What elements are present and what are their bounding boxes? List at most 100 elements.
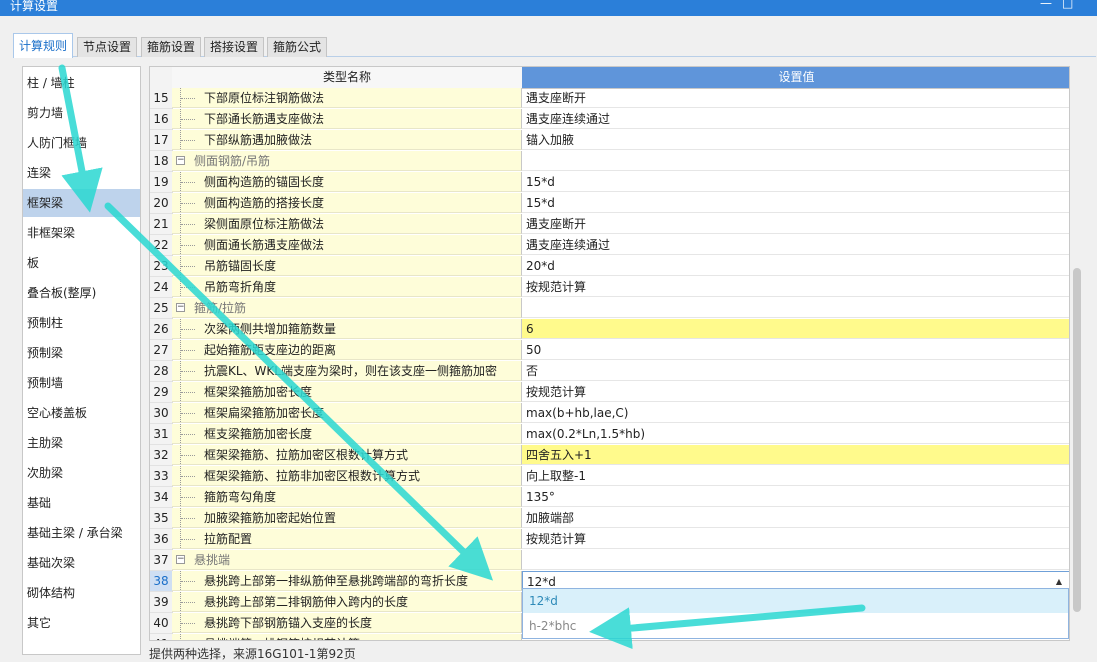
sidebar-item[interactable]: 连梁	[23, 159, 140, 187]
value-cell[interactable]: 15*d	[522, 172, 1069, 192]
table-row[interactable]: 29 框架梁箍筋加密长度 按规范计算	[150, 382, 1069, 403]
sidebar-item[interactable]: 其它	[23, 609, 140, 637]
sidebar-item[interactable]: 次肋梁	[23, 459, 140, 487]
table-row[interactable]: 37− 悬挑端	[150, 550, 1069, 571]
value-cell[interactable]: 15*d	[522, 193, 1069, 213]
table-row[interactable]: 20 侧面构造筋的搭接长度 15*d	[150, 193, 1069, 214]
table-row[interactable]: 26 次梁两侧共增加箍筋数量 6	[150, 319, 1069, 340]
table-row[interactable]: 35 加腋梁箍筋加密起始位置 加腋端部	[150, 508, 1069, 529]
row-label: 加腋梁箍筋加密起始位置	[204, 511, 337, 525]
minimize-icon[interactable]: —	[1040, 0, 1052, 10]
value-cell[interactable]: 遇支座连续通过	[522, 235, 1069, 255]
value-cell[interactable]: 加腋端部	[522, 508, 1069, 528]
column-header-value[interactable]: 设置值	[522, 67, 1069, 88]
sidebar-item[interactable]: 预制墙	[23, 369, 140, 397]
table-row[interactable]: 17 下部纵筋遇加腋做法 锚入加腋	[150, 130, 1069, 151]
collapse-icon[interactable]: −	[176, 156, 185, 165]
table-row[interactable]: 25− 箍筋/拉筋	[150, 298, 1069, 319]
sidebar-item[interactable]: 主肋梁	[23, 429, 140, 457]
table-row[interactable]: 27 起始箍筋距支座边的距离 50	[150, 340, 1069, 361]
value-cell[interactable]	[522, 298, 1069, 318]
window-title: 计算设置	[10, 0, 59, 13]
value-cell[interactable]: 按规范计算	[522, 382, 1069, 402]
dropdown-option-12d[interactable]: 12*d	[523, 589, 1068, 613]
value-cell[interactable]: max(0.2*Ln,1.5*hb)	[522, 424, 1069, 444]
sidebar-item[interactable]: 基础	[23, 489, 140, 517]
sidebar-item[interactable]: 非框架梁	[23, 219, 140, 247]
value-cell[interactable]: 遇支座断开	[522, 88, 1069, 108]
sidebar-item[interactable]: 叠合板(整厚)	[23, 279, 140, 307]
table-row[interactable]: 15 下部原位标注钢筋做法 遇支座断开	[150, 88, 1069, 109]
value-cell[interactable]: 向上取整-1	[522, 466, 1069, 486]
value-cell[interactable]: 按规范计算	[522, 529, 1069, 549]
row-number: 40	[150, 613, 173, 634]
sidebar-item[interactable]: 预制梁	[23, 339, 140, 367]
sidebar-item[interactable]: 板	[23, 249, 140, 277]
dropdown-option-h2bhc[interactable]: h-2*bhc	[523, 614, 1068, 638]
value-cell[interactable]: 135°	[522, 487, 1069, 507]
value-text: 遇支座连续通过	[526, 238, 611, 252]
table-row[interactable]: 18− 侧面钢筋/吊筋	[150, 151, 1069, 172]
table-row[interactable]: 30 框架扁梁箍筋加密长度 max(b+hb,lae,C)	[150, 403, 1069, 424]
value-cell[interactable]: max(b+hb,lae,C)	[522, 403, 1069, 423]
value-cell[interactable]: 四舍五入+1	[522, 445, 1069, 465]
collapse-icon[interactable]: −	[176, 303, 185, 312]
settings-grid: 类型名称 设置值 15 下部原位标注钢筋做法 遇支座断开 16 下部通长筋遇支座做法 遇支…	[149, 66, 1070, 641]
value-text: 四舍五入+1	[526, 448, 592, 462]
sidebar-item[interactable]: 空心楼盖板	[23, 399, 140, 427]
value-cell[interactable]	[522, 550, 1069, 570]
row-number: 22	[150, 235, 173, 256]
tree-branch	[181, 350, 195, 351]
table-row[interactable]: 32 框架梁箍筋、拉筋加密区根数计算方式 四舍五入+1	[150, 445, 1069, 466]
value-text: 6	[526, 322, 534, 336]
tab-node-settings[interactable]: 节点设置	[77, 37, 138, 57]
table-row[interactable]: 21 梁侧面原位标注筋做法 遇支座断开	[150, 214, 1069, 235]
scrollbar-thumb[interactable]	[1073, 268, 1081, 612]
row-label: 箍筋/拉筋	[194, 301, 247, 315]
value-cell[interactable]	[522, 151, 1069, 171]
sidebar-item[interactable]: 砌体结构	[23, 579, 140, 607]
name-cell: 框架梁箍筋、拉筋加密区根数计算方式	[172, 445, 522, 465]
sidebar-item[interactable]: 柱 / 墙柱	[23, 69, 140, 97]
table-row[interactable]: 36 拉筋配置 按规范计算	[150, 529, 1069, 550]
tab-calc-rules[interactable]: 计算规则	[13, 33, 74, 58]
value-cell[interactable]: 50	[522, 340, 1069, 360]
collapse-icon[interactable]: −	[176, 555, 185, 564]
value-cell[interactable]: 锚入加腋	[522, 130, 1069, 150]
value-cell[interactable]: 6	[522, 319, 1069, 339]
name-cell: 悬挑跨下部钢筋锚入支座的长度	[172, 613, 522, 633]
maximize-icon[interactable]: □	[1062, 0, 1073, 10]
table-row[interactable]: 24 吊筋弯折角度 按规范计算	[150, 277, 1069, 298]
value-cell[interactable]: 否	[522, 361, 1069, 381]
value-cell[interactable]: 20*d	[522, 256, 1069, 276]
sidebar-item[interactable]: 基础主梁 / 承台梁	[23, 519, 140, 547]
sidebar-item[interactable]: 人防门框墙	[23, 129, 140, 157]
table-row[interactable]: 28 抗震KL、WKL端支座为梁时，则在该支座一侧箍筋加密 否	[150, 361, 1069, 382]
sidebar-item[interactable]: 剪力墙	[23, 99, 140, 127]
table-row[interactable]: 19 侧面构造筋的锚固长度 15*d	[150, 172, 1069, 193]
value-cell[interactable]: 遇支座断开	[522, 214, 1069, 234]
table-row[interactable]: 34 箍筋弯勾角度 135°	[150, 487, 1069, 508]
tab-lap-settings[interactable]: 搭接设置	[204, 37, 265, 57]
table-row[interactable]: 16 下部通长筋遇支座做法 遇支座连续通过	[150, 109, 1069, 130]
table-row[interactable]: 22 侧面通长筋遇支座做法 遇支座连续通过	[150, 235, 1069, 256]
sidebar-item[interactable]: 框架梁	[23, 189, 140, 217]
row-number: 21	[150, 214, 173, 235]
tab-stirrup-settings[interactable]: 箍筋设置	[141, 37, 202, 57]
tab-stirrup-formula[interactable]: 箍筋公式	[267, 37, 328, 57]
sidebar-item[interactable]: 预制柱	[23, 309, 140, 337]
row-label: 框架梁箍筋加密长度	[204, 385, 313, 399]
row-number: 23	[150, 256, 173, 277]
table-row[interactable]: 31 框支梁箍筋加密长度 max(0.2*Ln,1.5*hb)	[150, 424, 1069, 445]
value-text: 按规范计算	[526, 532, 587, 546]
row-label: 拉筋配置	[204, 532, 253, 546]
value-cell[interactable]: 遇支座连续通过	[522, 109, 1069, 129]
column-header-name[interactable]: 类型名称	[172, 67, 523, 88]
tree-branch	[181, 497, 195, 498]
value-cell[interactable]: 按规范计算	[522, 277, 1069, 297]
table-row[interactable]: 33 框架梁箍筋、拉筋非加密区根数计算方式 向上取整-1	[150, 466, 1069, 487]
value-text: 15*d	[526, 196, 555, 210]
tree-branch	[181, 602, 195, 603]
sidebar-item[interactable]: 基础次梁	[23, 549, 140, 577]
table-row[interactable]: 23 吊筋锚固长度 20*d	[150, 256, 1069, 277]
